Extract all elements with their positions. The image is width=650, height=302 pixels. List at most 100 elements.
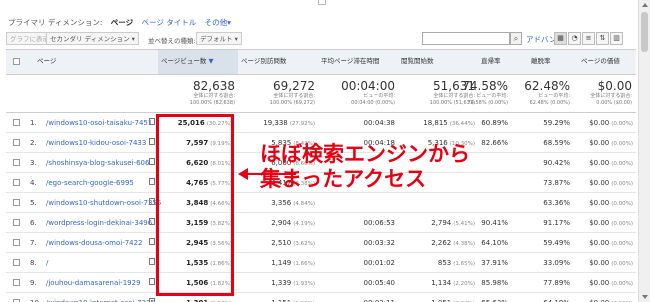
total-sub-value: 100.00% (69,272) <box>269 99 315 106</box>
total-sub-value: 00:04:00 (0.00%) <box>351 99 395 106</box>
comparison-view-icon[interactable]: ⇅ <box>596 32 609 45</box>
unique-pageviews-percent: (1.93%) <box>293 281 315 287</box>
sort-type-dropdown[interactable]: デフォルト ▾ <box>196 32 242 45</box>
unique-pageviews-percent: (4.19%) <box>293 221 315 227</box>
row-page-link[interactable]: /ego-search-google-6995 <box>46 179 134 187</box>
row-checkbox[interactable] <box>13 279 20 286</box>
row-number: 2. <box>30 139 37 147</box>
col-exit-rate[interactable]: 離脱率 <box>528 50 578 74</box>
annotation-line2: 集まったアクセス <box>260 167 427 191</box>
row-page-link[interactable]: / <box>46 259 48 267</box>
col-page-value[interactable]: ページの価値 <box>578 50 636 74</box>
tab-marker <box>318 0 326 5</box>
open-page-icon[interactable] <box>149 138 155 145</box>
cell-bounce-rate: 37.91% <box>481 259 508 267</box>
open-page-icon[interactable] <box>149 298 155 302</box>
entrances-value: 2,794 <box>431 219 452 227</box>
row-checkbox[interactable] <box>13 259 20 266</box>
open-page-icon[interactable] <box>149 158 155 165</box>
total-value: 00:04:00 <box>341 79 395 93</box>
vertical-scrollbar[interactable] <box>638 0 650 302</box>
page-value-value: $0.00 <box>589 159 610 167</box>
cell-exit-rate: 33.09% <box>543 259 570 267</box>
col-avg-time[interactable]: 平均ページ滞在時間 <box>318 50 398 74</box>
col-pageviews[interactable]: ページビュー数 ▼ <box>158 50 238 74</box>
col-entrances[interactable]: 閲覧開始数 <box>398 50 478 74</box>
total-sub-value: 74.58% (0.00%) <box>467 99 508 106</box>
primary-dimension-bar: プライマリ ディメンション: ページ ページ タイトル その他▾ <box>8 17 237 29</box>
unique-pageviews-percent: (4.84%) <box>293 201 315 207</box>
dimension-other-dropdown[interactable]: その他▾ <box>205 18 231 27</box>
annotation-callout: ほぼ検索エンジンから 集まったアクセス <box>260 142 470 192</box>
cell-page-value: $0.00(0.00%) <box>573 219 633 227</box>
table-row: 10./windows10-internet-osoi-73351,301(1.… <box>6 293 636 302</box>
row-checkbox[interactable] <box>13 119 20 126</box>
entrances-value: 853 <box>437 259 452 267</box>
row-page-link[interactable]: /windows10-osoi-taisaku-7451 <box>46 119 152 127</box>
cell-unique-pageviews: 1,339 (1.93%) <box>238 279 315 287</box>
total-pageviews: 82,638 全体に対する割合: 100.00% (82,638) <box>158 75 238 106</box>
row-page-link[interactable]: /windows10-shutdown-osoi-7355 <box>46 199 161 207</box>
row-number: 3. <box>30 159 37 167</box>
row-number: 8. <box>30 259 37 267</box>
col-unique-pageviews[interactable]: ページ別訪問数 <box>238 50 318 74</box>
col-page[interactable]: ページ <box>34 50 154 74</box>
search-icon[interactable]: ⌕ <box>510 32 522 45</box>
open-page-icon[interactable] <box>149 258 155 265</box>
page-value-value: $0.00 <box>589 179 610 187</box>
row-checkbox[interactable] <box>13 159 20 166</box>
cell-avg-time: 00:04:38 <box>363 119 395 127</box>
unique-pageviews-percent: (1.66%) <box>293 261 315 267</box>
cell-avg-time: 00:06:53 <box>363 219 395 227</box>
row-page-link[interactable]: /windows-dousa-omoi-7422 <box>46 239 143 247</box>
total-sub-value: 0.00% ($0.00) <box>596 99 632 106</box>
open-page-icon[interactable] <box>149 118 155 125</box>
row-page-link[interactable]: /windows10-kidou-osoi-7433 <box>46 139 146 147</box>
cell-unique-pageviews: 1,149 (1.66%) <box>238 259 315 267</box>
totals-row: 82,638 全体に対する割合: 100.00% (82,638) 69,272… <box>6 75 636 113</box>
row-page-link[interactable]: /wordpress-login-dekinai-3496 <box>46 219 152 227</box>
entrances-value: 2,262 <box>431 239 452 247</box>
page-value-percent: (0.00%) <box>611 161 633 167</box>
row-page-link[interactable]: /jouhou-damasarenai-1929 <box>46 279 141 287</box>
select-all-checkbox[interactable] <box>10 50 24 74</box>
dimension-page[interactable]: ページ <box>111 18 133 27</box>
table-search-input[interactable] <box>422 32 510 45</box>
pivot-view-icon[interactable]: ▥ <box>610 32 623 45</box>
unique-pageviews-value: 3,356 <box>271 199 292 207</box>
row-checkbox[interactable] <box>13 179 20 186</box>
page-value-percent: (0.00%) <box>611 121 633 127</box>
cell-exit-rate: 91.17% <box>543 219 570 227</box>
cell-exit-rate: 63.36% <box>543 199 570 207</box>
open-page-icon[interactable] <box>149 238 155 245</box>
open-page-icon[interactable] <box>149 198 155 205</box>
secondary-dimension-dropdown[interactable]: セカンダリ ディメンション ▾ <box>46 32 139 45</box>
cell-page-value: $0.00(0.00%) <box>573 199 633 207</box>
total-page-value: $0.00 全体に対する割合: 0.00% ($0.00) <box>573 75 635 106</box>
row-checkbox[interactable] <box>13 239 20 246</box>
table-view-icon[interactable]: ▦ <box>554 32 567 45</box>
scroll-down-icon[interactable] <box>642 295 648 299</box>
unique-pageviews-percent: (3.62%) <box>293 241 315 247</box>
cell-page-value: $0.00(0.00%) <box>573 139 633 147</box>
row-checkbox[interactable] <box>13 139 20 146</box>
scroll-thumb[interactable] <box>641 12 648 52</box>
scroll-up-icon[interactable] <box>642 3 648 7</box>
row-page-link[interactable]: /shoshinsya-blog-sakusei-606 <box>46 159 149 167</box>
open-page-icon[interactable] <box>149 178 155 185</box>
performance-view-icon[interactable]: ≡ <box>582 32 595 45</box>
row-checkbox[interactable] <box>13 199 20 206</box>
unique-pageviews-value: 2,904 <box>271 219 292 227</box>
open-page-icon[interactable] <box>149 218 155 225</box>
dimension-page-title[interactable]: ページ タイトル <box>142 18 197 27</box>
pie-view-icon[interactable]: ◔ <box>568 32 581 45</box>
row-number: 9. <box>30 279 37 287</box>
total-value: 74.58% <box>462 79 508 93</box>
row-checkbox[interactable] <box>13 219 20 226</box>
table-row: 8./1,535 (1.86%) 1,149 (1.66%) 00:01:02 853 (1… <box>6 253 636 273</box>
open-page-icon[interactable] <box>149 278 155 285</box>
col-pageviews-label: ページビュー数 <box>161 57 207 65</box>
cell-entrances <box>398 199 475 207</box>
sort-type-label: 並べ替えの種類: <box>148 37 196 45</box>
total-value: 69,272 <box>273 79 315 93</box>
